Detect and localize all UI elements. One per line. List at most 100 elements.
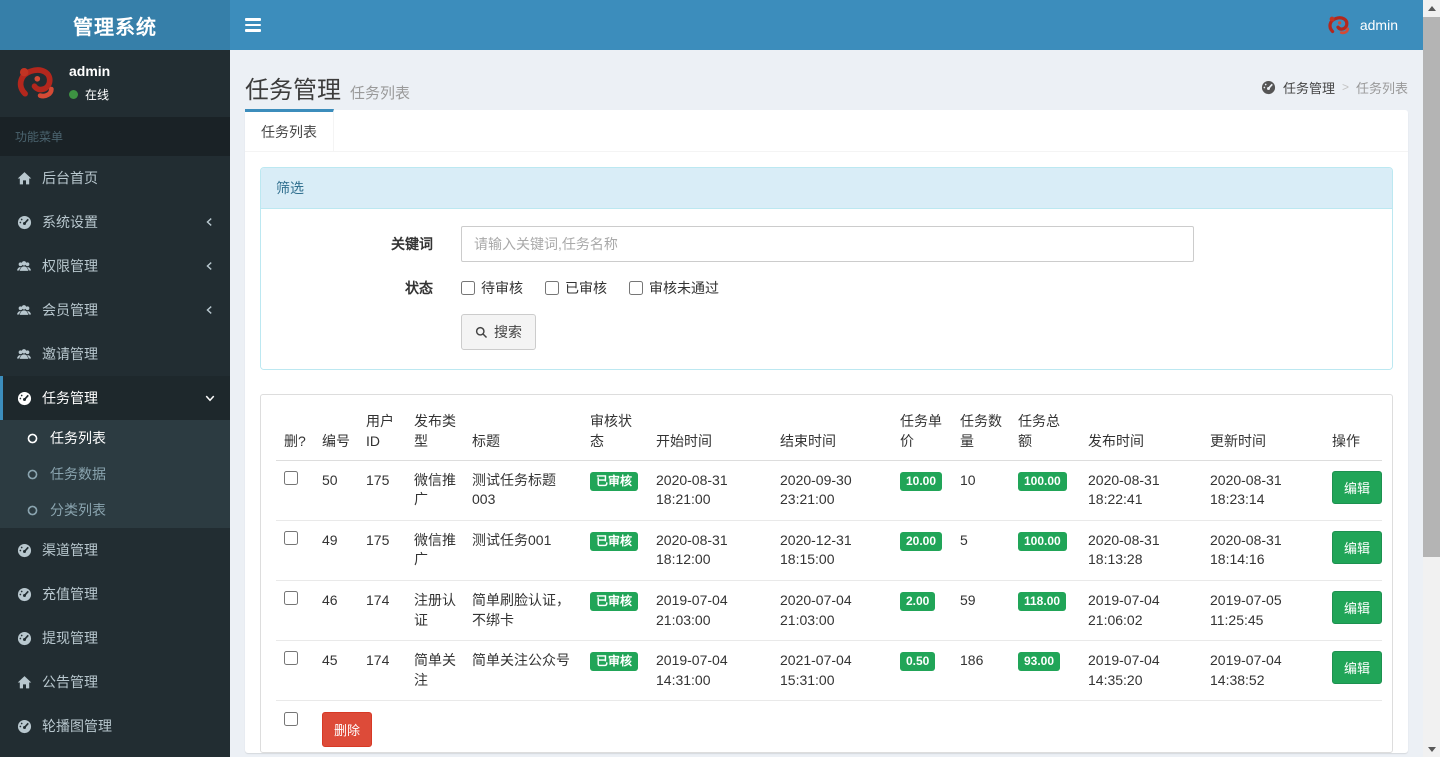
sidebar-item-withdrawals[interactable]: 提现管理 — [0, 616, 230, 660]
avatar-logo-icon — [1325, 12, 1351, 38]
topbar-username: admin — [1359, 17, 1398, 33]
brand-logo[interactable]: 管理系统 — [0, 0, 230, 50]
status-cell: 已审核 — [582, 640, 648, 701]
sidebar-item-channels[interactable]: 渠道管理 — [0, 528, 230, 572]
filter-form: 关键词 状态 待审核 已审核 — [261, 209, 1392, 369]
publish-type-cell: 简单关注 — [406, 640, 464, 701]
total-amount-cell: 100.00 — [1010, 519, 1080, 581]
start-time-cell: 2019-07-04 21:03:00 — [648, 579, 772, 641]
task-count-cell: 59 — [952, 579, 1010, 641]
update-time-cell: 2020-08-31 18:14:16 — [1202, 519, 1324, 581]
row-select-checkbox[interactable] — [284, 470, 298, 485]
task-id-cell: 45 — [314, 640, 358, 701]
select-all-checkbox[interactable] — [284, 712, 298, 727]
task-table: 删? 编号 用户ID 发布类型 标题 审核状态 开始时间 结束时间 任务单价 任… — [276, 403, 1383, 752]
sidebar-item-feedback[interactable]: 反馈管理 — [0, 748, 230, 757]
topbar-user-menu[interactable]: admin — [1315, 0, 1408, 50]
page-title: 任务管理 任务列表 — [245, 76, 411, 104]
scroll-up-arrow-icon[interactable] — [1423, 0, 1440, 16]
status-badge: 已审核 — [590, 531, 639, 551]
task-id-cell: 46 — [314, 579, 358, 641]
approved-checkbox[interactable] — [545, 281, 559, 295]
sidebar-item-tasks[interactable]: 任务管理 — [0, 376, 230, 420]
task-title-cell: 简单关注公众号 — [464, 640, 582, 701]
gauge-icon — [1261, 80, 1276, 95]
task-id-cell: 50 — [322, 471, 338, 488]
total-amount-cell: 93.00 — [1010, 640, 1080, 701]
user-id-cell: 175 — [366, 471, 390, 488]
task-title-cell: 测试任务标题003 — [472, 471, 556, 508]
start-time-cell: 2020-08-31 18:21:00 — [656, 471, 728, 508]
column-header: 标题 — [464, 403, 582, 461]
publish-time-cell: 2019-07-04 21:06:02 — [1080, 579, 1202, 641]
breadcrumb-separator: > — [1341, 80, 1349, 94]
row-select-checkbox[interactable] — [284, 651, 298, 666]
column-header: 更新时间 — [1202, 403, 1324, 461]
user-id-cell: 175 — [358, 519, 406, 581]
status-option-approved[interactable]: 已审核 — [545, 278, 607, 298]
gauge-icon — [15, 631, 33, 646]
users-icon — [15, 347, 33, 362]
edit-button[interactable]: 编辑 — [1332, 470, 1383, 504]
column-header: 开始时间 — [648, 403, 772, 461]
task-count-cell: 186 — [952, 640, 1010, 701]
table-row: 46 174 注册认证 简单刷脸认证，不绑卡 已审核 2019-07-04 21… — [276, 579, 1383, 641]
search-button[interactable]: 搜索 — [461, 314, 536, 350]
scrollbar-thumb[interactable] — [1423, 17, 1440, 557]
keyword-label: 关键词 — [391, 236, 433, 252]
scroll-down-arrow-icon[interactable] — [1423, 741, 1440, 757]
start-time-cell: 2020-08-31 18:12:00 — [648, 519, 772, 581]
publish-time-cell: 2019-07-04 14:35:20 — [1080, 640, 1202, 701]
sidebar-item-system-settings[interactable]: 系统设置 — [0, 200, 230, 244]
sidebar: admin 在线 功能菜单 后台首页 系统设置 权限管理 会员管理 邀请管理 任… — [0, 50, 230, 757]
sidebar-item-recharge[interactable]: 充值管理 — [0, 572, 230, 616]
column-header: 发布类型 — [406, 403, 464, 461]
sidebar-item-announcements[interactable]: 公告管理 — [0, 660, 230, 704]
sidebar-item-carousel[interactable]: 轮播图管理 — [0, 704, 230, 748]
edit-button[interactable]: 编辑 — [1332, 651, 1383, 685]
breadcrumb-section[interactable]: 任务管理 — [1283, 78, 1335, 97]
sidebar-item-home[interactable]: 后台首页 — [0, 156, 230, 200]
edit-button[interactable]: 编辑 — [1332, 590, 1383, 624]
row-select-checkbox[interactable] — [284, 530, 298, 545]
status-option-rejected[interactable]: 审核未通过 — [629, 278, 719, 298]
sidebar-subitem-task-list[interactable]: 任务列表 — [0, 420, 230, 456]
sidebar-subitem-category-list[interactable]: 分类列表 — [0, 492, 230, 528]
page-subtitle: 任务列表 — [350, 84, 411, 102]
home-icon — [15, 171, 33, 186]
sidebar-item-invitations[interactable]: 邀请管理 — [0, 332, 230, 376]
filter-panel: 筛选 关键词 状态 待审核 — [260, 167, 1393, 370]
sidebar-menu: 后台首页 系统设置 权限管理 会员管理 邀请管理 任务管理 任务列表 任务数据 … — [0, 156, 230, 757]
end-time-cell: 2020-07-04 21:03:00 — [772, 579, 892, 641]
pending-checkbox[interactable] — [461, 281, 475, 295]
status-checkbox-group: 待审核 已审核 审核未通过 — [461, 278, 719, 298]
delete-button[interactable]: 删除 — [322, 712, 373, 748]
sidebar-subitem-task-data[interactable]: 任务数据 — [0, 456, 230, 492]
tab-widget: 任务列表 筛选 关键词 状态 待审核 — [245, 109, 1408, 753]
sidebar-item-permissions[interactable]: 权限管理 — [0, 244, 230, 288]
status-cell: 已审核 — [582, 579, 648, 641]
avatar-logo-icon — [12, 60, 57, 105]
keyword-input[interactable] — [461, 226, 1194, 262]
status-option-pending[interactable]: 待审核 — [461, 278, 523, 298]
task-count-cell: 5 — [952, 519, 1010, 581]
total-badge: 100.00 — [1018, 531, 1067, 551]
task-table-body: 50 175 微信推广 测试任务标题003 已审核 2020-08-31 18:… — [276, 460, 1383, 701]
row-select-checkbox[interactable] — [284, 590, 298, 605]
user-id-cell: 174 — [358, 579, 406, 641]
status-badge: 已审核 — [590, 652, 639, 672]
rejected-checkbox[interactable] — [629, 281, 643, 295]
hamburger-icon[interactable] — [230, 0, 276, 50]
total-badge: 100.00 — [1018, 471, 1067, 491]
price-badge: 2.00 — [900, 591, 936, 612]
total-badge: 93.00 — [1018, 652, 1061, 672]
sidebar-item-members[interactable]: 会员管理 — [0, 288, 230, 332]
gauge-icon — [15, 587, 33, 602]
column-header: 任务单价 — [892, 403, 952, 461]
tab-task-list[interactable]: 任务列表 — [245, 109, 334, 151]
actions-cell: 编辑 — [1324, 579, 1383, 641]
menu-section-header: 功能菜单 — [0, 117, 230, 156]
update-time-cell: 2019-07-04 14:38:52 — [1202, 640, 1324, 701]
circle-icon — [23, 432, 41, 445]
edit-button[interactable]: 编辑 — [1332, 530, 1383, 564]
